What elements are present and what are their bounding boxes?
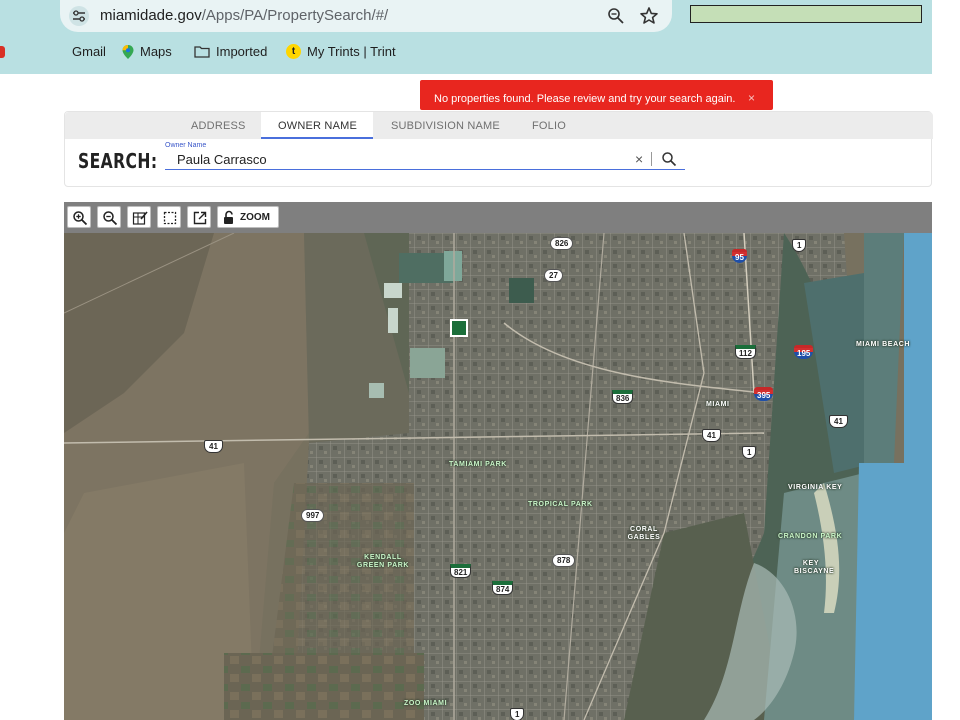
maps-pin-icon — [122, 44, 134, 59]
place-coral-gables: CORAL GABLES — [627, 526, 661, 541]
unlock-icon — [224, 210, 233, 224]
road-shield-95: 95 — [732, 249, 747, 263]
field-divider — [651, 152, 652, 166]
bookmark-trint[interactable]: t My Trints | Trint — [286, 44, 396, 59]
site-settings-icon[interactable] — [69, 6, 89, 26]
road-shield-821: 821 — [450, 564, 472, 578]
road-shield-836: 836 — [612, 390, 634, 404]
road-shield-41: 41 — [702, 429, 721, 442]
bookmark-imported[interactable]: Imported — [194, 44, 267, 59]
open-external-icon — [193, 211, 207, 225]
road-shield-1-bottom: 1 — [510, 708, 525, 720]
tab-address[interactable]: ADDRESS — [191, 120, 246, 132]
zoom-page-icon[interactable] — [606, 6, 626, 26]
url-path: /Apps/PA/PropertySearch/#/ — [201, 7, 389, 24]
url-domain: miamidade.gov — [100, 7, 202, 24]
zoom-out-icon — [103, 211, 118, 226]
road-shield-41-east: 41 — [829, 415, 848, 428]
zoom-out-button[interactable] — [97, 206, 121, 228]
trint-icon: t — [286, 44, 301, 59]
map-imagery — [64, 233, 932, 720]
search-panel: ADDRESS OWNER NAME SUBDIVISION NAME FOLI… — [64, 111, 933, 187]
toast-close-icon[interactable]: × — [748, 91, 755, 105]
satellite-map[interactable]: 826 27 1 95 112 195 836 395 41 41 41 1 9… — [64, 233, 932, 720]
road-shield-826: 826 — [550, 237, 574, 250]
bookmark-maps[interactable]: Maps — [122, 44, 172, 59]
place-miami: MIAMI — [706, 401, 730, 408]
bookmark-label: Imported — [216, 44, 268, 59]
zoom-in-icon — [73, 211, 88, 226]
road-shield-997: 997 — [301, 509, 325, 522]
bookmark-star-icon[interactable] — [638, 5, 660, 27]
tab-subdivision-name[interactable]: SUBDIVISION NAME — [391, 120, 500, 132]
edit-layer-button[interactable] — [127, 206, 151, 228]
zoom-label: ZOOM — [240, 212, 270, 223]
select-box-icon — [163, 211, 177, 225]
open-external-button[interactable] — [187, 206, 211, 228]
lock-zoom-button[interactable]: ZOOM — [217, 206, 279, 228]
place-kendall-green-park: KENDALL GREEN PARK — [356, 554, 410, 569]
bookmark-label: Maps — [140, 44, 172, 59]
road-shield-878: 878 — [552, 554, 576, 567]
field-caption: Owner Name — [165, 142, 207, 149]
search-icon[interactable] — [661, 151, 677, 167]
road-shield-874: 874 — [492, 581, 514, 595]
folder-icon — [194, 45, 210, 58]
road-shield-41-west: 41 — [204, 440, 223, 453]
gmail-icon — [0, 45, 5, 58]
redacted-profile-area — [690, 5, 922, 23]
clear-icon[interactable]: × — [635, 151, 643, 167]
address-bar[interactable]: miamidade.gov/Apps/PA/PropertySearch/#/ — [60, 0, 672, 32]
place-zoo-miami: ZOO MIAMI — [404, 700, 448, 707]
place-tamiami-park: TAMIAMI PARK — [449, 461, 507, 468]
florida-turnpike-icon — [450, 319, 468, 337]
owner-name-field[interactable]: × — [165, 150, 685, 170]
place-miami-beach: MIAMI BEACH — [856, 341, 911, 348]
bookmark-label: Gmail — [72, 44, 106, 59]
toast-message: No properties found. Please review and t… — [434, 93, 736, 105]
place-virginia-key: VIRGINIA KEY — [788, 484, 843, 491]
edit-layer-icon — [132, 211, 148, 225]
bookmark-label: My Trints | Trint — [307, 44, 396, 59]
url-text[interactable]: miamidade.gov/Apps/PA/PropertySearch/#/ — [100, 7, 388, 24]
owner-name-input[interactable] — [177, 151, 617, 168]
road-shield-27: 27 — [544, 269, 563, 282]
search-label: SEARCH: — [78, 149, 158, 173]
browser-chrome: miamidade.gov/Apps/PA/PropertySearch/#/ … — [0, 0, 932, 74]
tab-folio[interactable]: FOLIO — [532, 120, 566, 132]
map-toolbar: ZOOM — [64, 202, 932, 233]
search-tabs: ADDRESS OWNER NAME SUBDIVISION NAME FOLI… — [65, 112, 933, 139]
select-box-button[interactable] — [157, 206, 181, 228]
place-crandon-park: CRANDON PARK — [778, 533, 843, 540]
error-toast: No properties found. Please review and t… — [420, 80, 773, 110]
road-shield-112: 112 — [735, 345, 756, 359]
window-margin — [932, 0, 960, 720]
bookmark-gmail[interactable]: Gmail — [0, 44, 106, 59]
place-key-biscayne: KEY BISCAYNE — [794, 560, 835, 575]
place-tropical-park: TROPICAL PARK — [528, 501, 593, 508]
tab-owner-name[interactable]: OWNER NAME — [278, 120, 357, 132]
zoom-in-button[interactable] — [67, 206, 91, 228]
